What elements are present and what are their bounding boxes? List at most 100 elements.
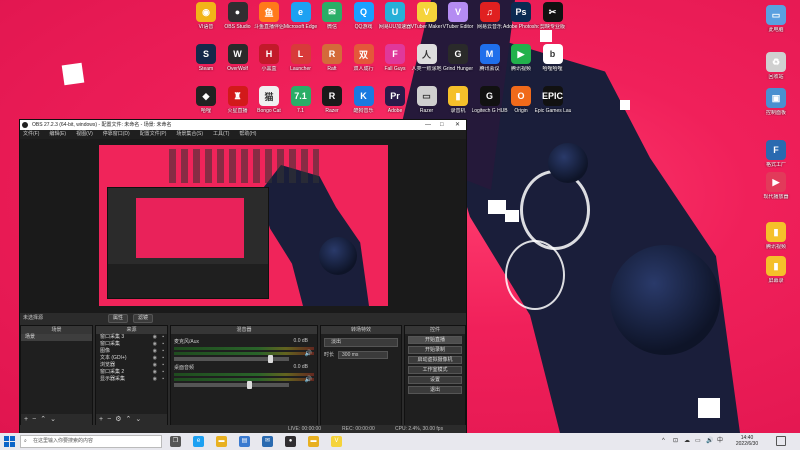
source-item[interactable]: 窗口采集 ◉ ▪ xyxy=(96,341,167,348)
remove-icon[interactable]: − xyxy=(32,416,40,423)
source-label: 窗口采集 2 xyxy=(100,369,125,375)
menu-edit[interactable]: 编辑(E) xyxy=(49,130,66,139)
close-icon[interactable]: ✕ xyxy=(455,120,460,130)
start-recording-button[interactable]: 开始录制 xyxy=(408,346,462,354)
desktop-icon[interactable]: ♻ 回收站 xyxy=(758,52,794,92)
volume-slider[interactable] xyxy=(174,355,289,363)
lock-icon[interactable]: ▪ xyxy=(162,376,164,383)
volume-slider-handle[interactable] xyxy=(268,355,274,363)
obs-preview-area xyxy=(20,139,466,313)
app-icon: 鱼 xyxy=(259,2,279,22)
move-up-icon[interactable]: ⌃ xyxy=(125,416,135,423)
add-icon[interactable]: + xyxy=(24,416,32,423)
lock-icon[interactable]: ▪ xyxy=(162,369,164,376)
source-item[interactable]: 图像 ◉ ▪ xyxy=(96,348,167,355)
source-item[interactable]: 显示器采集 ◉ ▪ xyxy=(96,376,167,383)
tray-app-icon[interactable]: ⊡ xyxy=(673,433,678,450)
onedrive-icon[interactable]: ☁ xyxy=(684,433,690,450)
controls-buttons: 开始直播开始录制启动虚拟摄像机 工作室模式设置退出 xyxy=(405,336,465,394)
speaker-icon[interactable]: 🔊 xyxy=(305,376,312,383)
start-button[interactable] xyxy=(4,436,15,447)
start-streaming-button[interactable]: 开始直播 xyxy=(408,336,462,344)
vtuber-icon[interactable]: V xyxy=(331,436,342,447)
taskbar-clock[interactable]: 14:40 2022/6/30 xyxy=(728,435,766,447)
menu-scene-collection[interactable]: 场景集合(S) xyxy=(176,130,203,139)
scene-item[interactable]: 场景 xyxy=(21,334,92,341)
transition-duration: 时长 300 ms xyxy=(324,351,398,360)
volume-slider-handle[interactable] xyxy=(247,381,253,389)
origin-icon: O xyxy=(511,86,531,106)
show-hidden-icons[interactable]: ^ xyxy=(662,433,665,450)
desktop-icon[interactable]: ▭ 此电脑 xyxy=(758,5,794,45)
obs-titlebar[interactable]: OBS 27.2.3 (64-bit, windows) - 配置文件: 未命名… xyxy=(20,120,466,130)
gear-icon[interactable]: ⚙ xyxy=(115,416,125,423)
move-down-icon[interactable]: ⌄ xyxy=(135,416,145,423)
mail-icon[interactable]: ✉ xyxy=(262,436,273,447)
visibility-eye-icon[interactable]: ◉ xyxy=(153,362,157,369)
adobe-icon: Pr xyxy=(385,86,405,106)
wallpaper-swirl-2 xyxy=(505,240,565,310)
edge-icon[interactable]: e xyxy=(193,436,204,447)
visibility-eye-icon[interactable]: ◉ xyxy=(153,334,157,341)
menu-help[interactable]: 帮助(H) xyxy=(239,130,256,139)
filters-button[interactable]: 滤镜 xyxy=(133,314,154,323)
desktop-icon[interactable]: b 哈哩哈哩 xyxy=(535,44,571,84)
remove-icon[interactable]: − xyxy=(107,416,115,423)
explorer-icon[interactable]: ▬ xyxy=(216,436,227,447)
menu-view[interactable]: 视图(V) xyxy=(76,130,93,139)
volume-slider[interactable] xyxy=(174,381,289,389)
desktop-icon[interactable]: ▶ 现代播放器 xyxy=(758,172,794,212)
source-label: 窗口采集 3 xyxy=(100,334,125,340)
source-item[interactable]: 文本 (GDI+) ◉ ▪ xyxy=(96,355,167,362)
menu-file[interactable]: 文件(F) xyxy=(23,130,39,139)
lock-icon[interactable]: ▪ xyxy=(162,341,164,348)
source-item[interactable]: 窗口采集 3 ◉ ▪ xyxy=(96,334,167,341)
lock-icon[interactable]: ▪ xyxy=(162,334,164,341)
exit-button[interactable]: 退出 xyxy=(408,386,462,394)
source-item[interactable]: 浏览器 ◉ ▪ xyxy=(96,362,167,369)
desktop-icon[interactable]: ▣ 控制面板 xyxy=(758,88,794,128)
maximize-icon[interactable]: □ xyxy=(440,120,444,130)
obs-window[interactable]: OBS 27.2.3 (64-bit, windows) - 配置文件: 未命名… xyxy=(19,119,467,435)
start-virtual-camera-button[interactable]: 启动虚拟摄像机 xyxy=(408,356,462,364)
studio-mode-button[interactable]: 工作室模式 xyxy=(408,366,462,374)
obs-menubar: 文件(F) 编辑(E) 视图(V) 停靠窗口(D) 配置文件(P) 场景集合(S… xyxy=(20,130,466,139)
source-item[interactable]: 窗口采集 2 ◉ ▪ xyxy=(96,369,167,376)
notification-icon[interactable] xyxy=(776,436,786,446)
menu-docks[interactable]: 停靠窗口(D) xyxy=(103,130,130,139)
visibility-eye-icon[interactable]: ◉ xyxy=(153,355,157,362)
desktop-icon[interactable]: ✂ 剪映专业版 xyxy=(535,2,571,42)
adobe-photoshop-icon: Ps xyxy=(511,2,531,22)
visibility-eye-icon[interactable]: ◉ xyxy=(153,369,157,376)
lock-icon[interactable]: ▪ xyxy=(162,362,164,369)
visibility-eye-icon[interactable]: ◉ xyxy=(153,376,157,383)
visibility-eye-icon[interactable]: ◉ xyxy=(153,341,157,348)
menu-profile[interactable]: 配置文件(P) xyxy=(140,130,167,139)
epic-games-launcher-icon: EPIC xyxy=(542,86,563,106)
minimize-icon[interactable]: — xyxy=(425,120,431,130)
task-view-icon[interactable]: ❐ xyxy=(170,436,181,447)
visibility-eye-icon[interactable]: ◉ xyxy=(153,348,157,355)
source-label: 文本 (GDI+) xyxy=(100,355,127,361)
lock-icon[interactable]: ▪ xyxy=(162,348,164,355)
taskbar-search-input[interactable]: ⌕ 在这里输入你要搜索的内容 xyxy=(20,435,162,448)
desktop-icon[interactable]: ▮ 屏幕录 xyxy=(758,256,794,296)
obs-icon[interactable]: ● xyxy=(285,436,296,447)
move-down-icon[interactable]: ⌄ xyxy=(50,416,60,423)
duration-input[interactable]: 300 ms xyxy=(338,351,389,359)
store-icon[interactable]: ▤ xyxy=(239,436,250,447)
obs-preview-canvas[interactable] xyxy=(99,145,388,306)
folder-icon[interactable]: ▬ xyxy=(308,436,319,447)
speaker-icon[interactable]: 🔊 xyxy=(305,350,312,357)
lock-icon[interactable]: ▪ xyxy=(162,355,164,362)
ime-icon[interactable]: 中 xyxy=(717,433,723,450)
menu-tools[interactable]: 工具(T) xyxy=(213,130,229,139)
desktop-icon[interactable]: EPIC Epic Games Launcher xyxy=(535,86,571,126)
move-up-icon[interactable]: ⌃ xyxy=(40,416,50,423)
volume-icon[interactable]: 🔊 xyxy=(706,433,713,450)
settings-button[interactable]: 设置 xyxy=(408,376,462,384)
properties-button[interactable]: 属性 xyxy=(108,314,129,323)
display-icon[interactable]: ▭ xyxy=(695,433,701,450)
add-icon[interactable]: + xyxy=(99,416,107,423)
transition-select[interactable]: 淡出 xyxy=(324,338,398,347)
